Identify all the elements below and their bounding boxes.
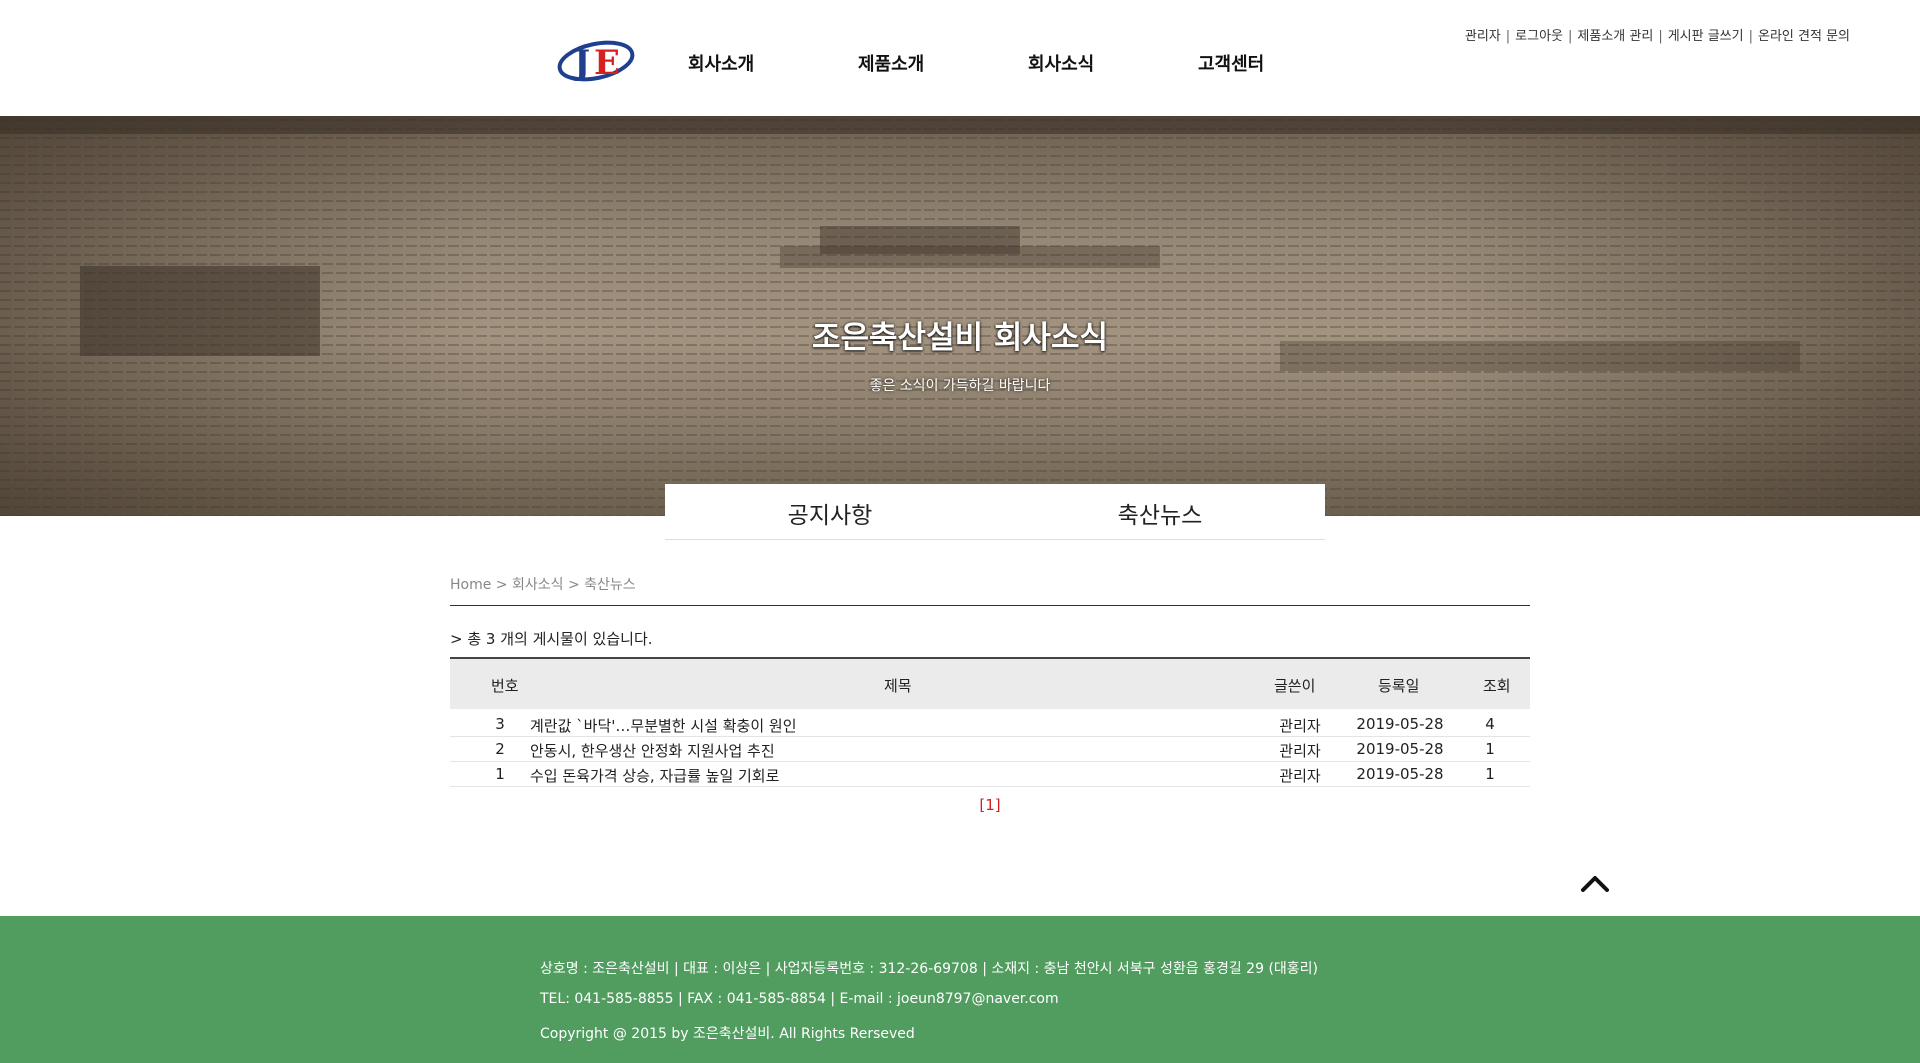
header-number: 번호 xyxy=(491,677,519,695)
util-separator: | xyxy=(1658,29,1663,44)
footer-contact-info: TEL: 041-585-8855 | FAX : 041-585-8854 |… xyxy=(540,991,1059,1007)
nav-company-news[interactable]: 회사소식 xyxy=(1028,50,1094,76)
table-header: 번호 제목 글쓴이 등록일 조회 xyxy=(450,659,1530,709)
util-separator: | xyxy=(1748,29,1753,44)
hero-banner: 조은축산설비 회사소식 좋은 소식이 가득하길 바랍니다 xyxy=(0,116,1920,516)
row-views: 4 xyxy=(1485,715,1495,733)
row-author: 관리자 xyxy=(1279,717,1321,735)
divider xyxy=(450,605,1530,606)
tab-notice[interactable]: 공지사항 xyxy=(665,496,995,530)
post-count: > 총 3 개의 게시물이 있습니다. xyxy=(450,630,653,648)
header-date: 등록일 xyxy=(1378,677,1420,695)
header-title: 제목 xyxy=(884,677,912,695)
header-author: 글쓴이 xyxy=(1274,677,1316,695)
table-row[interactable]: 2 안동시, 한우생산 안정화 지원사업 추진 관리자 2019-05-28 1 xyxy=(450,737,1530,762)
breadcrumb: Home > 회사소식 > 축산뉴스 xyxy=(450,577,636,593)
table-row[interactable]: 3 계란값 `바닥'…무분별한 시설 확충이 원인 관리자 2019-05-28… xyxy=(450,712,1530,737)
row-title-link[interactable]: 안동시, 한우생산 안정화 지원사업 추진 xyxy=(530,740,775,761)
row-date: 2019-05-28 xyxy=(1356,740,1444,758)
footer-company-info: 상호명 : 조은축산설비 | 대표 : 이상은 | 사업자등록번호 : 312-… xyxy=(540,961,1319,977)
svg-text:J: J xyxy=(571,43,590,83)
utility-links: 관리자 | 로그아웃 | 제품소개 관리 | 게시판 글쓰기 | 온라인 견적 문의 xyxy=(1465,25,1850,44)
table-row[interactable]: 1 수입 돈육가격 상승, 자급률 높일 기회로 관리자 2019-05-28 … xyxy=(450,762,1530,787)
hero-title: 조은축산설비 회사소식 xyxy=(812,320,1108,356)
row-title-link[interactable]: 계란값 `바닥'…무분별한 시설 확충이 원인 xyxy=(530,715,797,736)
row-views: 1 xyxy=(1485,740,1495,758)
util-separator: | xyxy=(1568,29,1573,44)
pagination-page-1[interactable]: [1] xyxy=(450,796,1530,814)
row-title-link[interactable]: 수입 돈육가격 상승, 자급률 높일 기회로 xyxy=(530,765,779,786)
board-tabs: 공지사항 축산뉴스 xyxy=(665,484,1325,540)
nav-company-intro[interactable]: 회사소개 xyxy=(688,50,754,76)
nav-customer-center[interactable]: 고객센터 xyxy=(1198,50,1264,76)
util-separator: | xyxy=(1505,29,1511,44)
row-author: 관리자 xyxy=(1279,742,1321,760)
row-date: 2019-05-28 xyxy=(1356,765,1444,783)
hero-subtitle: 좋은 소식이 가득하길 바랍니다 xyxy=(869,378,1051,394)
util-admin[interactable]: 관리자 xyxy=(1465,29,1501,44)
row-views: 1 xyxy=(1485,765,1495,783)
util-online-quote[interactable]: 온라인 견적 문의 xyxy=(1758,29,1850,44)
util-logout[interactable]: 로그아웃 xyxy=(1515,29,1563,44)
nav-products[interactable]: 제품소개 xyxy=(858,50,924,76)
header-views: 조회 xyxy=(1483,677,1511,695)
util-board-write[interactable]: 게시판 글쓰기 xyxy=(1668,29,1744,44)
svg-text:E: E xyxy=(594,43,620,83)
row-date: 2019-05-28 xyxy=(1356,715,1444,733)
row-author: 관리자 xyxy=(1279,767,1321,785)
site-header: J E 회사소개 제품소개 회사소식 고객센터 관리자 | 로그아웃 | 제품소개 관리… xyxy=(0,0,1920,116)
util-product-admin[interactable]: 제품소개 관리 xyxy=(1577,29,1653,44)
footer-copyright: Copyright @ 2015 by 조은축산설비. All Rights R… xyxy=(540,1026,915,1042)
tab-livestock-news[interactable]: 축산뉴스 xyxy=(995,496,1325,530)
company-logo[interactable]: J E xyxy=(556,34,636,86)
chevron-up-icon[interactable] xyxy=(1578,872,1612,894)
site-footer: 상호명 : 조은축산설비 | 대표 : 이상은 | 사업자등록번호 : 312-… xyxy=(0,916,1920,1063)
